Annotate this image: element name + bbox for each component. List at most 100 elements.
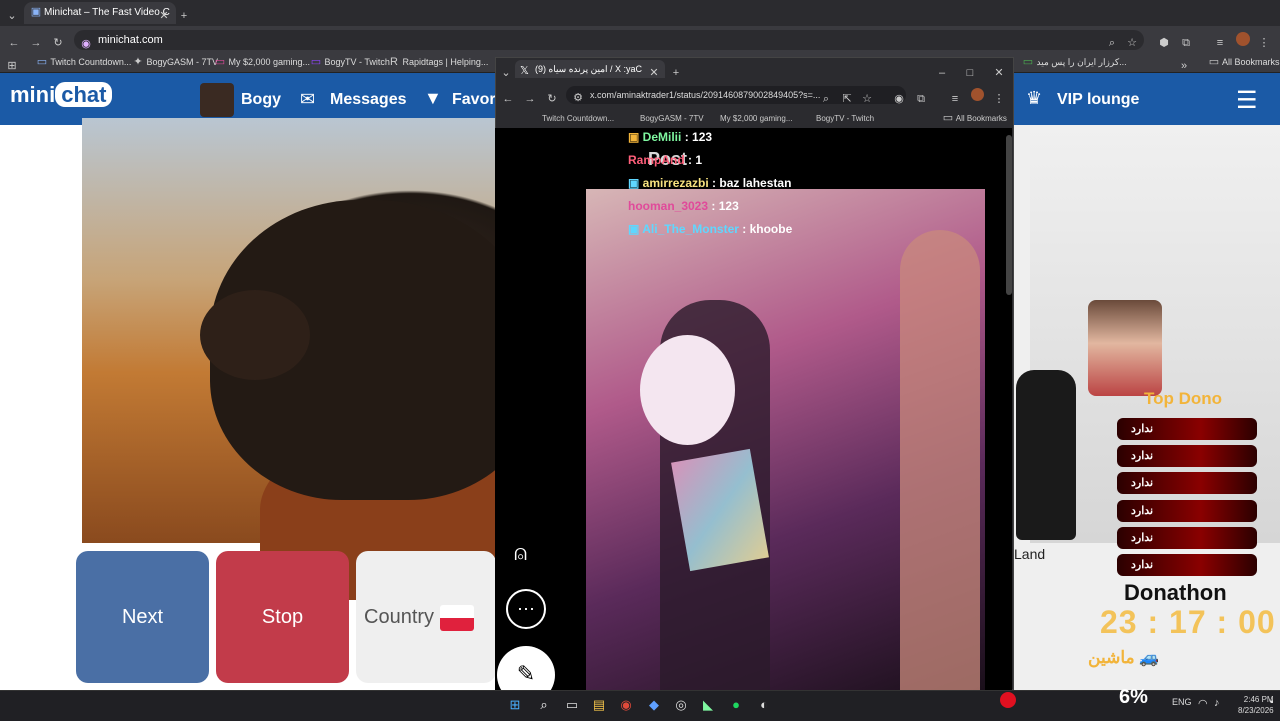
dono-row: ندارد [1117,445,1257,467]
bookmarks-overflow-icon[interactable]: » [1178,56,1190,74]
chat-line: ▣ Ali_The_Monster : khoobe [628,222,793,236]
start-icon[interactable]: ⊞ [507,697,523,713]
reload-icon[interactable]: ↻ [52,33,64,51]
language-indicator[interactable]: ENG [1172,697,1192,707]
x-tab-title: (9) امین پرنده سیاه / X :yaC [535,64,643,74]
chat-message: : khoobe [742,222,793,236]
x-tab[interactable]: 𝕏 (9) امین پرنده سیاه / X :yaC [515,60,665,78]
task-view-icon[interactable]: ▭ [564,697,580,713]
percent-overlay: 6% [1119,686,1148,708]
profile-person-icon[interactable]: ⍝ [514,540,527,566]
nav-username[interactable]: Bogy [241,91,281,109]
dono-row: ندارد [1117,472,1257,494]
chat-line: hooman_3023 : 123 [628,199,739,213]
x-menu-icon[interactable]: ⋮ [993,89,1005,107]
clock-time: 2:46 PM [1243,695,1274,704]
zoom-icon[interactable]: ⌕ [1106,33,1118,51]
app-icon[interactable]: ◐ [756,697,772,713]
bookmark-item[interactable]: ▭ Twitch Countdown... [36,52,132,72]
hamburger-menu-icon[interactable]: ☰ [1236,86,1258,115]
extension-icon[interactable]: ⬢ [1158,33,1170,51]
car-icon: 🚙 [1139,650,1160,667]
new-tab-icon[interactable]: + [178,6,190,24]
nav-favorites[interactable]: Favor [452,91,496,109]
x-extension-icon[interactable]: ◉ [893,89,905,107]
chat-user: amirrezazbi [642,176,709,190]
x-address-bar[interactable]: ⚙ x.com/aminaktrader1/status/20914608790… [566,86,906,104]
all-bookmarks[interactable]: ▭ All Bookmarks [1208,52,1280,72]
file-explorer-icon[interactable]: ▤ [591,697,607,713]
chat-user: RampAnd [628,153,685,167]
chat-message: : 1 [688,153,703,167]
x-puzzle-icon[interactable]: ⧉ [915,89,927,107]
donathon-timer: 23 : 17 : 00 [1100,604,1276,640]
apps-grid-icon[interactable]: ⊞ [6,56,18,74]
x-tab-search-icon[interactable]: ⌄ [500,63,512,81]
x-zoom-icon[interactable]: ⌕ [820,89,832,107]
obs-icon[interactable]: ◎ [673,697,689,713]
x-star-icon[interactable]: ☆ [861,89,873,107]
extensions-puzzle-icon[interactable]: ⧉ [1180,33,1192,51]
bookmark-star-icon[interactable]: ☆ [1126,33,1138,51]
tab-search-icon[interactable]: ⌄ [6,6,18,24]
spotify-icon[interactable]: ● [728,697,744,713]
bookmark-item[interactable]: ▭ My $2,000 gaming... [214,52,310,72]
x-scrollbar[interactable] [1006,135,1012,295]
system-clock[interactable]: 2:46 PM 8/23/2026 [1238,694,1274,716]
x-back-icon[interactable]: ← [502,89,514,107]
nav-vip-lounge[interactable]: VIP lounge [1057,91,1139,109]
x-reload-icon[interactable]: ↻ [546,89,558,107]
more-options-icon[interactable]: ⋯ [506,589,546,629]
stream-chat-overlay: ▣ DeMilii : 123 RampAnd : 1 ▣ amirrezazb… [628,128,928,248]
back-icon[interactable]: ← [8,33,20,51]
close-tab-icon[interactable]: ✕ [158,6,170,24]
forward-icon[interactable]: → [30,33,42,51]
microphone-image [1016,370,1076,540]
profile-avatar[interactable] [1236,32,1250,46]
window-close-icon[interactable]: ✕ [993,63,1005,81]
bookmark-item[interactable]: R Rapidtags | Helping... [388,52,488,72]
search-icon[interactable]: ⌕ [536,697,552,713]
streamer-face-image [1088,300,1162,396]
messages-icon[interactable]: ✉ [300,89,315,110]
bookmark-item[interactable]: ✦ BogyGASM - 7TV [132,52,218,72]
stop-button[interactable]: Stop [216,551,349,683]
x-bookmark-item[interactable]: My $2,000 gaming... [720,112,792,126]
maximize-icon[interactable]: □ [964,63,976,81]
x-profile-avatar[interactable] [971,88,984,101]
x-new-tab-icon[interactable]: + [670,63,682,81]
browser-menu-icon[interactable]: ⋮ [1258,33,1270,51]
notification-bell-icon[interactable]: ▪ [1270,697,1274,708]
wifi-icon[interactable]: ◠ [1198,697,1208,710]
x-close-tab-icon[interactable]: ✕ [648,63,660,81]
x-all-bookmarks[interactable]: ▭ All Bookmarks [942,112,1007,126]
nav-messages[interactable]: Messages [330,91,407,109]
x-url-text: x.com/aminaktrader1/status/2091460879002… [590,90,821,100]
x-forward-icon[interactable]: → [524,89,536,107]
media-icon[interactable]: ≡ [1214,33,1226,51]
chat-message: : 123 [684,130,713,144]
minimize-icon[interactable]: – [936,63,948,81]
x-bookmark-item[interactable]: Twitch Countdown... [542,112,614,126]
x-logo-icon: 𝕏 [520,65,529,77]
chat-message: : baz lahestan [712,176,792,190]
country-button[interactable]: Country [356,551,496,683]
bookmark-item[interactable]: ▭ BogyTV - Twitch [310,52,390,72]
app-icon[interactable]: ◣ [700,697,716,713]
address-bar[interactable]: ◉ minichat.com [74,30,1144,50]
crown-icon: ♛ [1026,88,1043,108]
volume-icon[interactable]: ♪ [1214,697,1220,709]
favorites-bookmark-icon[interactable]: ▼ [424,88,442,109]
tab-minichat[interactable]: ▣ Minichat – The Fast Video C [24,2,176,24]
app-icon[interactable]: ◆ [646,697,662,713]
chat-line: ▣ amirrezazbi : baz lahestan [628,176,792,190]
next-button[interactable]: Next [76,551,209,683]
x-bookmark-item[interactable]: BogyGASM - 7TV [640,112,704,126]
minichat-logo[interactable]: mini chat [10,82,113,108]
bookmark-item[interactable]: ▭ کرزار ایران را پس مید... [1022,52,1127,72]
x-media-icon[interactable]: ≡ [949,89,961,107]
user-avatar[interactable] [200,83,234,117]
chrome-icon[interactable]: ◉ [618,697,634,713]
x-bookmark-item[interactable]: BogyTV - Twitch [816,112,874,126]
x-cast-icon[interactable]: ⇱ [841,89,853,107]
